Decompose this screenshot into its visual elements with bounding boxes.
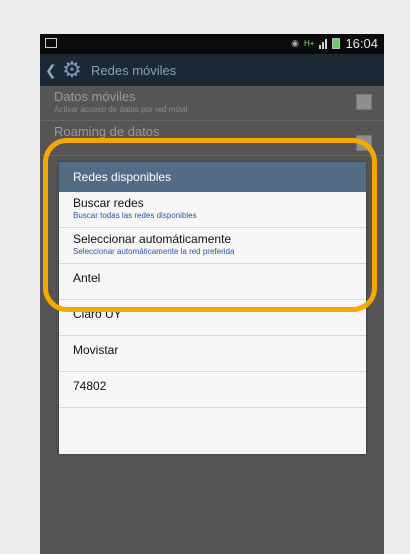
setting-data-roaming[interactable]: Roaming de datos [40,121,384,156]
signal-icon [319,38,328,49]
screenshot-icon [45,38,57,48]
setting-mobile-data[interactable]: Datos móviles Activar acceso de datos po… [40,86,384,121]
network-name: Movistar [73,343,119,357]
option-title: Buscar redes [73,196,144,210]
network-type: H+ [304,39,315,48]
option-select-automatically[interactable]: Seleccionar automáticamente Seleccionar … [59,228,366,264]
option-search-networks[interactable]: Buscar redes Buscar todas las redes disp… [59,192,366,228]
setting-title: Roaming de datos [54,124,160,139]
network-name: Claro UY [73,307,122,321]
setting-title: Datos móviles [54,89,136,104]
network-name: Antel [73,271,101,285]
page-title: Redes móviles [91,62,177,78]
network-item-antel[interactable]: Antel [59,264,366,300]
battery-icon [332,38,341,49]
option-title: Seleccionar automáticamente [73,232,232,246]
available-networks-dialog: Redes disponibles Buscar redes Buscar to… [59,162,366,454]
network-name: 74802 [73,379,107,393]
setting-subtitle: Activar acceso de datos por red móvil [54,105,188,114]
status-bar: ◉ H+ 16:04 [40,34,384,54]
mobile-data-checkbox[interactable] [356,94,372,110]
network-item-74802[interactable]: 74802 [59,372,366,408]
status-time: 16:04 [345,36,378,51]
dialog-title: Redes disponibles [59,162,366,192]
action-bar: ❮ ⚙ Redes móviles [40,54,384,86]
roaming-checkbox[interactable] [356,135,372,151]
network-item-claro[interactable]: Claro UY [59,300,366,336]
gear-icon[interactable]: ⚙ [59,57,85,83]
phone-screen: ◉ H+ 16:04 ❮ ⚙ Redes móviles Datos móvil… [40,34,384,554]
option-subtitle: Seleccionar automáticamente la red prefe… [73,247,235,256]
back-arrow-icon[interactable]: ❮ [45,62,57,79]
option-subtitle: Buscar todas las redes disponibles [73,211,197,220]
eye-icon: ◉ [291,38,299,48]
settings-list: Datos móviles Activar acceso de datos po… [40,86,384,156]
network-item-movistar[interactable]: Movistar [59,336,366,372]
